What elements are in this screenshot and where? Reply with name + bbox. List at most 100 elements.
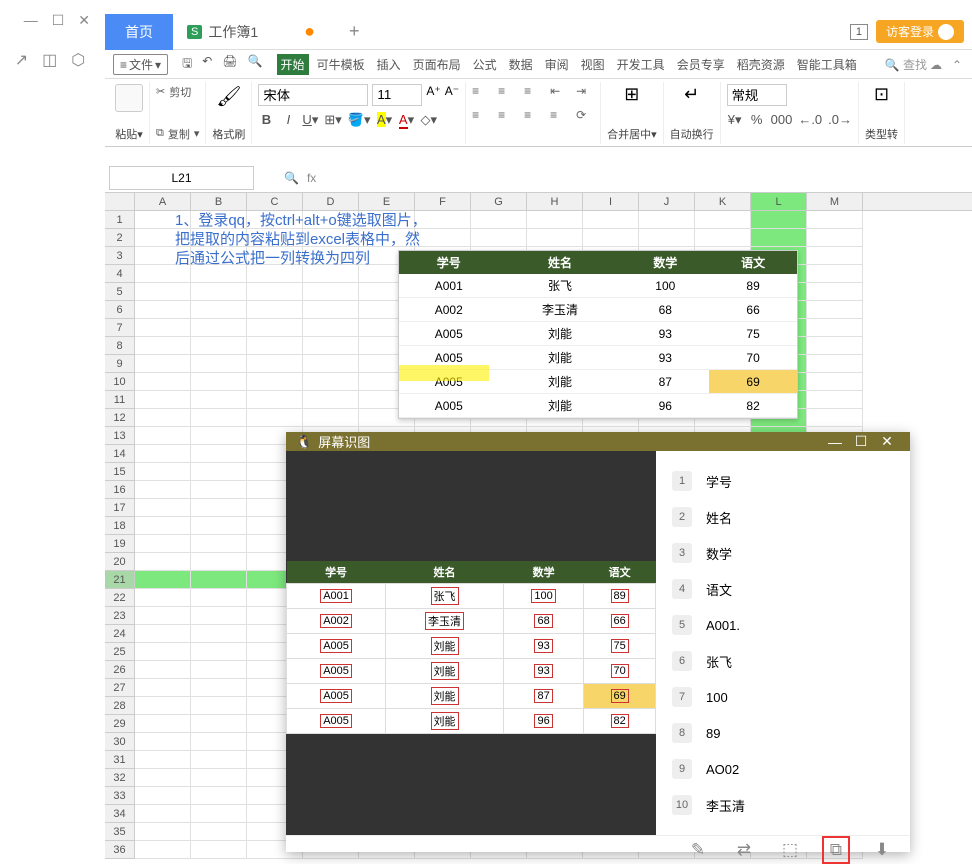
cell[interactable] xyxy=(807,301,863,319)
cell[interactable] xyxy=(135,499,191,517)
cell[interactable] xyxy=(135,337,191,355)
embedded-table-image[interactable]: 学号姓名数学语文 A001张飞10089A002李玉清6866A005刘能937… xyxy=(398,250,798,419)
cell[interactable] xyxy=(191,301,247,319)
tab-home[interactable]: 首页 xyxy=(105,14,173,50)
ocr-result-item[interactable]: 4 语文 xyxy=(672,571,894,607)
row-header[interactable]: 6 xyxy=(105,301,135,319)
row-header[interactable]: 12 xyxy=(105,409,135,427)
cell[interactable] xyxy=(135,679,191,697)
cell[interactable] xyxy=(135,589,191,607)
indent-right-icon[interactable]: ⇥ xyxy=(576,84,594,104)
shape-icon[interactable]: ⬡ xyxy=(71,50,85,70)
column-header[interactable]: G xyxy=(471,193,527,210)
ribbon-tab-smarttools[interactable]: 智能工具箱 xyxy=(793,54,861,75)
file-menu[interactable]: ≡ 文件 ▾ xyxy=(113,54,168,75)
cell[interactable] xyxy=(191,805,247,823)
cell[interactable] xyxy=(135,805,191,823)
row-header[interactable]: 16 xyxy=(105,481,135,499)
cell[interactable] xyxy=(135,427,191,445)
column-header[interactable]: I xyxy=(583,193,639,210)
collapse-icon[interactable]: ⌃ xyxy=(952,58,962,72)
cell[interactable] xyxy=(639,211,695,229)
cell[interactable] xyxy=(247,283,303,301)
ocr-result-item[interactable]: 1 学号 xyxy=(672,463,894,499)
new-tab-button[interactable]: + xyxy=(339,15,370,48)
ribbon-tab-formula[interactable]: 公式 xyxy=(469,54,501,75)
row-header[interactable]: 35 xyxy=(105,823,135,841)
cell[interactable] xyxy=(191,841,247,859)
cell[interactable] xyxy=(135,607,191,625)
cell[interactable] xyxy=(135,463,191,481)
row-header[interactable]: 15 xyxy=(105,463,135,481)
indent-left-icon[interactable]: ⇤ xyxy=(550,84,568,104)
cell[interactable] xyxy=(135,391,191,409)
row-header[interactable]: 2 xyxy=(105,229,135,247)
cell[interactable] xyxy=(303,355,359,373)
ribbon-tab-review[interactable]: 审阅 xyxy=(541,54,573,75)
cell[interactable] xyxy=(807,211,863,229)
cell[interactable] xyxy=(191,463,247,481)
cell[interactable] xyxy=(751,211,807,229)
ocr-maximize-button[interactable]: ☐ xyxy=(848,433,874,450)
cell[interactable] xyxy=(135,319,191,337)
underline-button[interactable]: U▾ xyxy=(302,112,318,128)
cell[interactable] xyxy=(807,265,863,283)
cell[interactable] xyxy=(807,337,863,355)
cell[interactable] xyxy=(471,211,527,229)
cloud-icon[interactable]: ☁ xyxy=(930,58,942,72)
copy-button[interactable]: ⧉复制▾ xyxy=(156,126,199,142)
ocr-edit-button[interactable]: ✎ xyxy=(684,836,712,864)
ocr-result-item[interactable]: 8 89 xyxy=(672,715,894,751)
cell[interactable] xyxy=(191,409,247,427)
window-minimize-icon[interactable]: — xyxy=(24,12,38,28)
cell[interactable] xyxy=(135,733,191,751)
row-header[interactable]: 29 xyxy=(105,715,135,733)
cell[interactable] xyxy=(583,211,639,229)
cube-icon[interactable]: ◫ xyxy=(42,50,57,70)
merge-icon[interactable]: ⊞ xyxy=(624,84,639,105)
cell[interactable] xyxy=(247,355,303,373)
cell[interactable] xyxy=(191,661,247,679)
cell[interactable] xyxy=(191,625,247,643)
cell[interactable] xyxy=(303,283,359,301)
cell[interactable] xyxy=(303,373,359,391)
ocr-share-button[interactable]: ⬚ xyxy=(776,836,804,864)
ocr-result-list[interactable]: 1 学号 2 姓名 3 数学 4 语文 5 A001. 6 张飞 7 100 8… xyxy=(656,451,910,835)
cut-button[interactable]: ✂剪切 xyxy=(156,84,191,100)
cell[interactable] xyxy=(247,337,303,355)
cell[interactable] xyxy=(191,733,247,751)
cell[interactable] xyxy=(191,319,247,337)
row-header[interactable]: 30 xyxy=(105,733,135,751)
ocr-result-item[interactable]: 3 数学 xyxy=(672,535,894,571)
name-box[interactable]: L21 xyxy=(109,166,254,190)
ribbon-tab-developer[interactable]: 开发工具 xyxy=(613,54,669,75)
ocr-minimize-button[interactable]: — xyxy=(822,434,848,450)
cell[interactable] xyxy=(135,553,191,571)
italic-button[interactable]: I xyxy=(280,112,296,127)
row-header[interactable]: 23 xyxy=(105,607,135,625)
row-header[interactable]: 18 xyxy=(105,517,135,535)
align-bottom-icon[interactable]: ≡ xyxy=(524,84,542,104)
ocr-result-item[interactable]: 6 张飞 xyxy=(672,643,894,679)
cell[interactable] xyxy=(807,319,863,337)
cell[interactable] xyxy=(247,301,303,319)
cell[interactable] xyxy=(135,535,191,553)
cell[interactable] xyxy=(135,283,191,301)
row-header[interactable]: 13 xyxy=(105,427,135,445)
cell[interactable] xyxy=(807,391,863,409)
cell[interactable] xyxy=(135,373,191,391)
row-header[interactable]: 26 xyxy=(105,661,135,679)
cell[interactable] xyxy=(751,229,807,247)
cell[interactable] xyxy=(807,355,863,373)
orientation-icon[interactable]: ⟳ xyxy=(576,108,594,128)
row-header[interactable]: 14 xyxy=(105,445,135,463)
cell[interactable] xyxy=(191,391,247,409)
cell[interactable] xyxy=(191,373,247,391)
bold-button[interactable]: B xyxy=(258,112,274,127)
column-header[interactable]: J xyxy=(639,193,695,210)
cell[interactable] xyxy=(247,319,303,337)
cell[interactable] xyxy=(191,715,247,733)
save-icon[interactable]: 🖫 xyxy=(182,54,192,75)
cell[interactable] xyxy=(247,409,303,427)
row-header[interactable]: 33 xyxy=(105,787,135,805)
